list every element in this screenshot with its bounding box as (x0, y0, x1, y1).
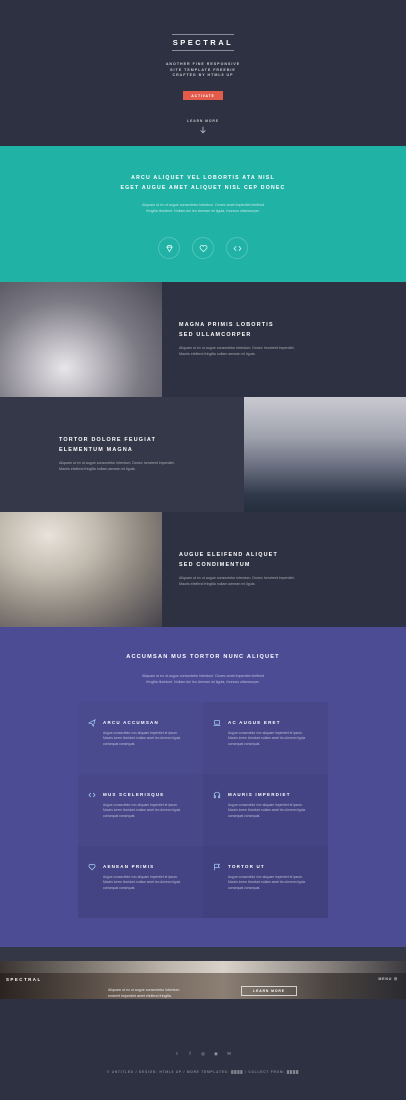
heart-icon (192, 237, 214, 259)
activate-button[interactable]: ACTIVATE (183, 91, 223, 100)
spotlight-content: AUGUE ELEIFEND ALIQUET SED CONDIMENTUM A… (179, 550, 359, 587)
feature-card: AENEAN PRIMIS Augue consectetur nec aliq… (78, 846, 203, 918)
footer: t f ◎ ◉ ✉ © UNTITLED / DESIGN: HTML5 UP … (0, 999, 406, 1100)
spotlight-2: TORTOR DOLORE FEUGIAT ELEMENTUM MAGNA Al… (0, 397, 406, 512)
feature-text: Augue consectetur nec aliquam imperdiet … (228, 875, 306, 890)
menu-toggle[interactable]: MENU ☰ (378, 977, 398, 981)
headphones-icon (213, 791, 221, 799)
feature-title: AC AUGUE ERET (228, 720, 281, 725)
spotlight-3: AUGUE ELEIFEND ALIQUET SED CONDIMENTUM A… (0, 512, 406, 627)
feature-text: Augue consectetur nec aliquam imperdiet … (228, 803, 306, 818)
spotlight-image (0, 512, 162, 627)
learn-more-link[interactable]: LEARN MORE (0, 119, 406, 123)
features-text-line: fringilla tincidunt. Nullam dui leo Aene… (146, 679, 260, 684)
arrow-down-icon[interactable] (199, 126, 207, 134)
feature-text: Augue consectetur nec aliquam imperdiet … (103, 803, 181, 818)
spotlight-image (0, 282, 162, 397)
paper-plane-icon (88, 719, 96, 727)
banner-text-line: fringilla tincidunt. Nullam dui leo Aene… (146, 208, 260, 213)
instagram-icon[interactable]: ◎ (199, 1051, 207, 1059)
spotlight-title: AUGUE ELEIFEND ALIQUET SED CONDIMENTUM (179, 550, 359, 570)
spotlight-title: TORTOR DOLORE FEUGIAT ELEMENTUM MAGNA (59, 435, 239, 455)
spotlight-text-line: Mauris eleifend fringilla nullam aenean … (179, 351, 256, 356)
feature-card: ARCU ACCUMSAN Augue consectetur nec aliq… (78, 702, 203, 774)
spotlight-text-line: Mauris eleifend fringilla nullam aenean … (179, 581, 256, 586)
spotlight-content: TORTOR DOLORE FEUGIAT ELEMENTUM MAGNA Al… (59, 435, 239, 472)
cta-text: Aliquam ut ex ut augue consectetur inter… (108, 988, 228, 999)
spotlight-text: Aliquam ut ex ut augue consectetur inter… (59, 461, 239, 472)
social-links: t f ◎ ◉ ✉ (173, 1051, 233, 1059)
feature-title: TORTOR UT (228, 864, 265, 869)
mail-icon[interactable]: ✉ (225, 1051, 233, 1059)
spotlight-content: MAGNA PRIMIS LOBORTIS SED ULLAMCORPER Al… (179, 320, 359, 357)
spotlight-text: Aliquam ut ex ut augue consectetur inter… (179, 346, 359, 357)
cta-background (0, 961, 406, 973)
title-rule-bottom (172, 50, 234, 51)
title-rule-top (172, 34, 234, 35)
feature-text: Augue consectetur nec aliquam imperdiet … (103, 731, 181, 746)
banner-text: Aliquam ut ex ut augue consectetur inter… (100, 203, 306, 214)
hero-section: SPECTRAL ANOTHER FINE RESPONSIVE SITE TE… (0, 0, 406, 146)
learn-more-button[interactable]: LEARN MORE (241, 986, 297, 996)
feature-card: MUS SCELERISQUE Augue consectetur nec al… (78, 774, 203, 846)
spotlight-title: MAGNA PRIMIS LOBORTIS SED ULLAMCORPER (179, 320, 359, 340)
spotlight-title-line: ELEMENTUM MAGNA (59, 447, 133, 453)
spotlight-title-line: MAGNA PRIMIS LOBORTIS (179, 322, 274, 328)
banner-title: ARCU ALIQUET VEL LOBORTIS ATA NISL EGET … (0, 173, 406, 193)
laptop-icon (213, 720, 221, 726)
site-title: SPECTRAL (172, 38, 234, 47)
diamond-icon (158, 237, 180, 259)
feature-text: Augue consectetur nec aliquam imperdiet … (228, 731, 306, 746)
spotlight-1: MAGNA PRIMIS LOBORTIS SED ULLAMCORPER Al… (0, 282, 406, 397)
banner-title-line: EGET AUGUE AMET ALIQUET NISL CEP DONEC (120, 185, 286, 191)
intro-banner: ARCU ALIQUET VEL LOBORTIS ATA NISL EGET … (0, 146, 406, 282)
feature-title: MUS SCELERISQUE (103, 792, 165, 797)
spotlight-text-line: Mauris eleifend fringilla nullam aenean … (59, 466, 136, 471)
spotlight-title-line: TORTOR DOLORE FEUGIAT (59, 437, 157, 443)
section-divider (0, 947, 406, 961)
copyright: © UNTITLED / DESIGN: HTML5 UP / MORE TEM… (106, 1070, 300, 1074)
dribbble-icon[interactable]: ◉ (212, 1051, 220, 1059)
feature-title: MAURIS IMPERDIET (228, 792, 291, 797)
facebook-icon[interactable]: f (186, 1051, 194, 1059)
spotlight-title-line: SED CONDIMENTUM (179, 562, 251, 568)
flag-icon (214, 863, 221, 871)
code-icon (226, 237, 248, 259)
nav-brand[interactable]: SPECTRAL (6, 977, 42, 982)
features-text: Aliquam ut ex ut augue consectetur inter… (110, 674, 296, 685)
spotlight-title-line: AUGUE ELEIFEND ALIQUET (179, 552, 278, 558)
banner-title-line: ARCU ALIQUET VEL LOBORTIS ATA NISL (131, 175, 275, 181)
spotlight-text: Aliquam ut ex ut augue consectetur inter… (179, 576, 359, 587)
feature-card: TORTOR UT Augue consectetur nec aliquam … (203, 846, 328, 918)
spotlight-title-line: SED ULLAMCORPER (179, 332, 252, 338)
twitter-icon[interactable]: t (173, 1051, 181, 1059)
heart-icon (88, 864, 96, 871)
cta-bar: SPECTRAL MENU ☰ Aliquam ut ex ut augue c… (0, 961, 406, 999)
spotlight-image (244, 397, 406, 512)
feature-text: Augue consectetur nec aliquam imperdiet … (103, 875, 181, 890)
features-title: ACCUMSAN MUS TORTOR NUNC ALIQUET (126, 654, 280, 660)
feature-title: ARCU ACCUMSAN (103, 720, 159, 725)
tagline: ANOTHER FINE RESPONSIVE SITE TEMPLATE FR… (0, 62, 406, 79)
feature-card: AC AUGUE ERET Augue consectetur nec aliq… (203, 702, 328, 774)
feature-title: AENEAN PRIMIS (103, 864, 155, 869)
code-icon (88, 792, 96, 798)
features-section: ACCUMSAN MUS TORTOR NUNC ALIQUET Aliquam… (0, 627, 406, 947)
feature-card: MAURIS IMPERDIET Augue consectetur nec a… (203, 774, 328, 846)
tagline-line: CRAFTED BY HTML5 UP (172, 73, 234, 77)
